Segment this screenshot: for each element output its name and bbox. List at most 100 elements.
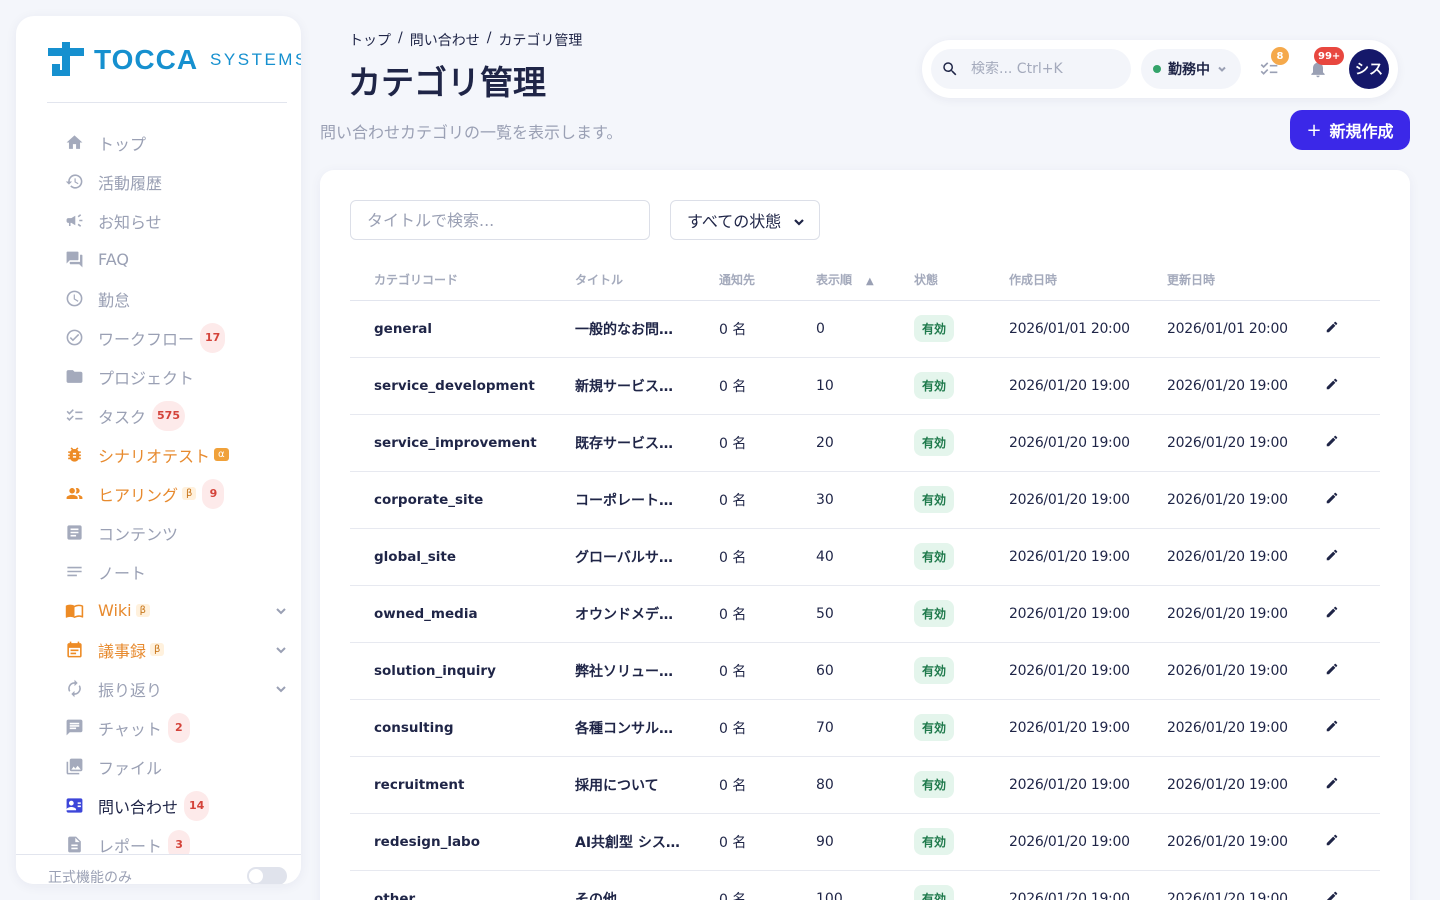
people-icon xyxy=(64,484,84,504)
breadcrumb-item-inquiries[interactable]: 問い合わせ xyxy=(410,30,480,50)
global-search[interactable] xyxy=(931,49,1131,89)
status-filter-select[interactable]: すべての状態 xyxy=(670,200,820,240)
pencil-icon xyxy=(1326,834,1338,845)
table-row[interactable]: service_improvement 既存サービス… 0 名 20 有効 2026/01… xyxy=(350,414,1380,472)
table-row[interactable]: service_development 新規サービス… 0 名 10 有効 2026/01… xyxy=(350,357,1380,415)
actions-cell xyxy=(1301,870,1380,900)
work-status-dropdown[interactable]: 勤務中 xyxy=(1141,49,1241,89)
updated-at: 2026/01/20 19:00 xyxy=(1143,699,1301,757)
avatar[interactable]: シス xyxy=(1349,49,1389,89)
sidebar-item-retrospective[interactable]: 振り返り xyxy=(48,669,288,708)
sidebar-item-label: Wiki xyxy=(98,601,132,620)
app-logo[interactable]: TOCCA SYSTEMS xyxy=(48,42,301,78)
edit-button[interactable] xyxy=(1325,719,1341,735)
chevron-down-icon[interactable] xyxy=(274,642,288,656)
pencil-icon xyxy=(1326,435,1338,446)
sidebar-item-files[interactable]: ファイル xyxy=(48,747,288,786)
column-header-created[interactable]: 作成日時 xyxy=(985,260,1143,301)
sidebar-item-attendance[interactable]: 勤怠 xyxy=(48,279,288,318)
column-header-status[interactable]: 状態 xyxy=(890,260,985,301)
table-row[interactable]: recruitment 採用について 0 名 80 有効 2026/01/20 19:00… xyxy=(350,756,1380,814)
sidebar-item-scenario-test[interactable]: シナリオテスト α xyxy=(48,435,288,474)
column-header-order[interactable]: 表示順 ▲ xyxy=(792,260,890,301)
sidebar-item-label: 勤怠 xyxy=(98,290,131,310)
chevron-down-icon[interactable] xyxy=(274,681,288,695)
sidebar-item-hearing[interactable]: ヒアリング β 9 xyxy=(48,474,288,513)
edit-button[interactable] xyxy=(1325,833,1341,849)
category-title: オウンドメデ… xyxy=(551,585,695,643)
pencil-icon xyxy=(1326,891,1338,900)
updated-at: 2026/01/20 19:00 xyxy=(1143,756,1301,814)
notify-count: 0 名 xyxy=(695,528,792,586)
status-filter-value: すべての状態 xyxy=(687,212,782,231)
tasks-button[interactable]: 8 xyxy=(1259,47,1289,81)
work-status-label: 勤務中 xyxy=(1168,62,1210,78)
sidebar-item-top[interactable]: トップ xyxy=(48,123,288,162)
table-row[interactable]: corporate_site コーポレート… 0 名 30 有効 2026/01/20 1… xyxy=(350,471,1380,529)
column-header-title[interactable]: タイトル xyxy=(551,260,695,301)
beta-tag: β xyxy=(150,643,165,656)
contact-card-icon xyxy=(64,796,84,816)
refresh-icon xyxy=(64,679,84,699)
notify-count: 0 名 xyxy=(695,756,792,814)
sidebar-item-wiki[interactable]: Wiki β xyxy=(48,591,288,630)
column-header-code[interactable]: カテゴリコード xyxy=(350,260,551,301)
sidebar-item-minutes[interactable]: 議事録 β xyxy=(48,630,288,669)
notifications-button[interactable]: 99+ xyxy=(1308,47,1345,81)
sidebar-item-notes[interactable]: ノート xyxy=(48,552,288,591)
table-row[interactable]: redesign_labo AI共創型 シス… 0 名 90 有効 2026/01/20 … xyxy=(350,813,1380,871)
sidebar-item-announcements[interactable]: お知らせ xyxy=(48,201,288,240)
edit-button[interactable] xyxy=(1325,491,1341,507)
table-row[interactable]: owned_media オウンドメデ… 0 名 50 有効 2026/01/20 19:0… xyxy=(350,585,1380,643)
breadcrumb-item-top[interactable]: トップ xyxy=(349,30,391,50)
table-row[interactable]: other その他 0 名 100 有効 2026/01/20 19:00 2026/01/… xyxy=(350,870,1380,900)
actions-cell xyxy=(1301,642,1380,700)
status-cell: 有効 xyxy=(890,699,985,757)
table-row[interactable]: solution_inquiry 弊社ソリュー… 0 名 60 有効 2026/01/20… xyxy=(350,642,1380,700)
sidebar-item-chat[interactable]: チャット 2 xyxy=(48,708,288,747)
created-at: 2026/01/20 19:00 xyxy=(985,813,1143,871)
edit-button[interactable] xyxy=(1325,320,1341,336)
checklist-icon xyxy=(64,406,84,426)
bug-icon xyxy=(64,445,84,465)
status-badge: 有効 xyxy=(914,714,955,741)
pencil-icon xyxy=(1326,606,1338,617)
edit-button[interactable] xyxy=(1325,605,1341,621)
column-header-updated[interactable]: 更新日時 xyxy=(1143,260,1301,301)
edit-button[interactable] xyxy=(1325,776,1341,792)
edit-button[interactable] xyxy=(1325,377,1341,393)
sidebar-item-projects[interactable]: プロジェクト xyxy=(48,357,288,396)
notify-count: 0 名 xyxy=(695,585,792,643)
sidebar-item-workflow[interactable]: ワークフロー 17 xyxy=(48,318,288,357)
status-cell: 有効 xyxy=(890,414,985,472)
created-at: 2026/01/20 19:00 xyxy=(985,585,1143,643)
status-cell: 有効 xyxy=(890,528,985,586)
display-order: 20 xyxy=(792,414,890,472)
sidebar-item-contents[interactable]: コンテンツ xyxy=(48,513,288,552)
table-row[interactable]: consulting 各種コンサル… 0 名 70 有効 2026/01/20 19:00… xyxy=(350,699,1380,757)
actions-cell xyxy=(1301,756,1380,814)
status-cell: 有効 xyxy=(890,585,985,643)
chevron-down-icon xyxy=(1218,66,1226,72)
sidebar-item-tasks[interactable]: タスク 575 xyxy=(48,396,288,435)
sidebar-item-faq[interactable]: FAQ xyxy=(48,240,288,279)
pencil-icon xyxy=(1326,321,1338,332)
column-header-notify[interactable]: 通知先 xyxy=(695,260,792,301)
status-badge: 有効 xyxy=(914,885,955,900)
edit-button[interactable] xyxy=(1325,434,1341,450)
edit-button[interactable] xyxy=(1325,548,1341,564)
table-row[interactable]: general 一般的なお問… 0 名 0 有効 2026/01/01 20:00 2026… xyxy=(350,300,1380,358)
title-search-input[interactable] xyxy=(350,200,650,240)
table-row[interactable]: global_site グローバルサ… 0 名 40 有効 2026/01/20 19:0… xyxy=(350,528,1380,586)
edit-button[interactable] xyxy=(1325,890,1341,900)
official-only-toggle[interactable] xyxy=(247,867,287,884)
status-badge: 有効 xyxy=(914,543,955,570)
edit-button[interactable] xyxy=(1325,662,1341,678)
new-category-button[interactable]: + 新規作成 xyxy=(1290,110,1410,150)
page-description: 問い合わせカテゴリの一覧を表示します。 xyxy=(320,123,623,142)
chevron-down-icon[interactable] xyxy=(274,603,288,617)
inquiries-count-badge: 14 xyxy=(184,790,210,821)
search-input[interactable] xyxy=(971,61,1111,77)
sidebar-item-history[interactable]: 活動履歴 xyxy=(48,162,288,201)
sidebar-item-inquiries[interactable]: 問い合わせ 14 xyxy=(48,786,288,825)
